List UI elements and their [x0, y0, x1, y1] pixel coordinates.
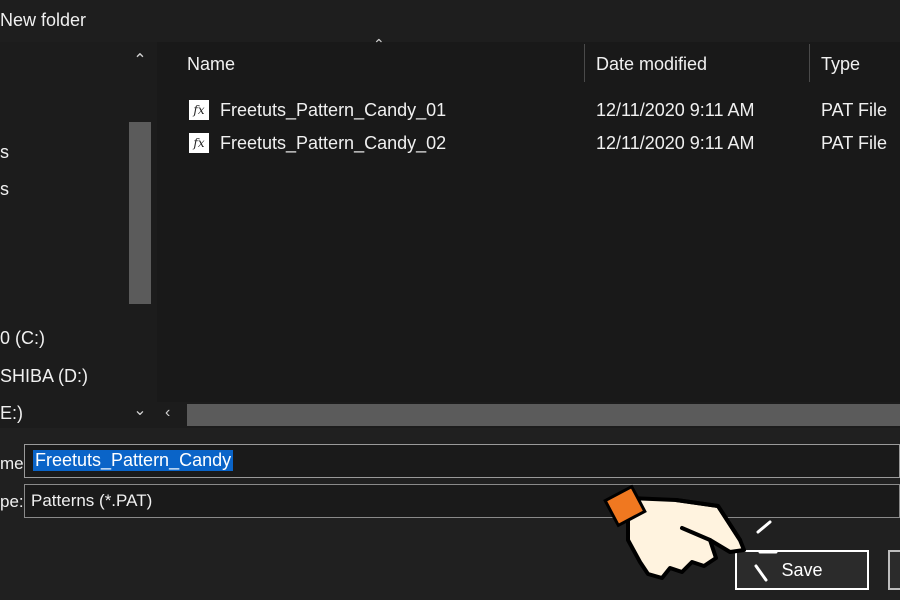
- toolbar: New folder: [0, 0, 900, 42]
- file-row[interactable]: fx Freetuts_Pattern_Candy_02 12/11/2020 …: [157, 129, 900, 159]
- pattern-file-icon: fx: [189, 133, 209, 153]
- column-header-name[interactable]: Name: [187, 54, 235, 75]
- nav-scrollbar-thumb[interactable]: [129, 122, 151, 304]
- file-date: 12/11/2020 9:11 AM: [596, 133, 755, 153]
- file-type: PAT File: [821, 100, 888, 120]
- save-as-type-value[interactable]: Patterns (*.PAT): [31, 491, 152, 511]
- file-name-input[interactable]: Freetuts_Pattern_Candy: [24, 444, 900, 478]
- save-as-type-label: pe:: [0, 492, 24, 511]
- nav-item-2[interactable]: s: [0, 179, 9, 200]
- sort-ascending-icon: ⌃: [373, 36, 385, 52]
- navigation-pane: s s 0 (C:) SHIBA (D:) E:) ⌃ ⌄: [0, 42, 157, 428]
- nav-item-1[interactable]: s: [0, 142, 9, 163]
- nav-scrollbar[interactable]: ⌃ ⌄: [128, 42, 152, 428]
- file-name-input-value[interactable]: Freetuts_Pattern_Candy: [33, 450, 234, 471]
- column-divider[interactable]: [809, 44, 810, 82]
- column-divider[interactable]: [584, 44, 585, 82]
- file-list: ⌃ Name Date modified Type fx Freetuts_Pa…: [157, 36, 900, 428]
- chevron-up-icon[interactable]: ⌃: [128, 50, 152, 70]
- nav-item-drive-e[interactable]: E:): [0, 403, 23, 424]
- pointing-hand-icon: [603, 484, 778, 582]
- pattern-file-icon: fx: [189, 100, 209, 120]
- file-date: 12/11/2020 9:11 AM: [596, 100, 755, 120]
- file-row[interactable]: fx Freetuts_Pattern_Candy_01 12/11/2020 …: [157, 96, 900, 126]
- cancel-button[interactable]: [888, 550, 900, 590]
- nav-item-drive-c[interactable]: 0 (C:): [0, 328, 45, 349]
- column-header-date-modified[interactable]: Date modified: [596, 54, 707, 75]
- chevron-left-icon[interactable]: ‹: [165, 404, 170, 422]
- file-type: PAT File: [821, 133, 888, 153]
- new-folder-button[interactable]: New folder: [0, 10, 86, 31]
- horizontal-scrollbar[interactable]: ‹: [157, 402, 900, 428]
- file-name: Freetuts_Pattern_Candy_02: [220, 133, 447, 153]
- chevron-down-icon[interactable]: ⌄: [128, 400, 152, 420]
- file-name: Freetuts_Pattern_Candy_01: [220, 100, 447, 120]
- horizontal-scrollbar-thumb[interactable]: [187, 404, 900, 426]
- nav-item-drive-d[interactable]: SHIBA (D:): [0, 366, 88, 387]
- column-header-type[interactable]: Type: [821, 54, 860, 75]
